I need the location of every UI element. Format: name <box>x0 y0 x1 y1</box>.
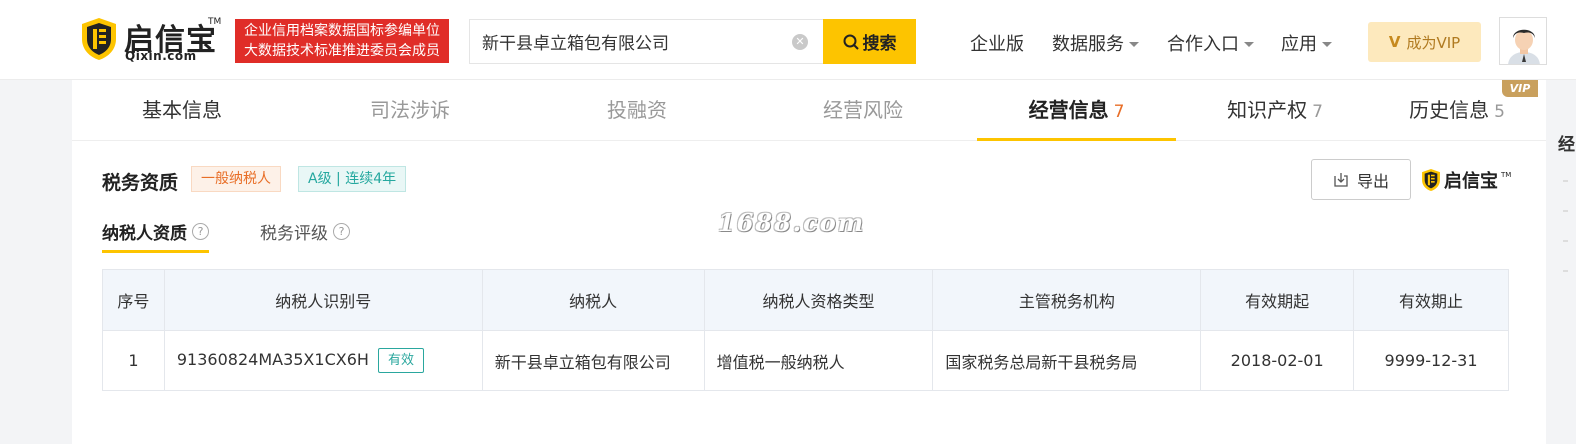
cell-tax-authority: 国家税务总局新干县税务局 <box>932 330 1202 391</box>
help-icon[interactable]: ? <box>333 223 350 240</box>
header-tax-id: 纳税人识别号 <box>163 269 483 331</box>
vip-tag: VIP <box>1502 80 1538 97</box>
header-tax-authority: 主管税务机构 <box>932 269 1202 331</box>
banner-line-2: 大数据技术标准推进委员会成员 <box>244 43 440 59</box>
mini-logo-name: 启信宝 <box>1444 171 1498 192</box>
clear-icon[interactable]: ✕ <box>792 34 808 50</box>
search-input[interactable] <box>482 20 782 63</box>
tab-label: 基本信息 <box>142 98 222 122</box>
nav-label: 数据服务 <box>1052 34 1124 55</box>
tab-ip[interactable]: 知识产权 7 <box>1225 80 1325 141</box>
search-icon <box>843 34 859 50</box>
chevron-down-icon <box>1129 41 1139 47</box>
table-row: 1 91360824MA35X1CX6H 有效 新干县卓立箱包有限公司 增值税一… <box>102 330 1509 391</box>
shield-logo-icon <box>82 18 116 60</box>
nav-label: 应用 <box>1281 34 1317 55</box>
download-icon <box>1334 172 1348 187</box>
nav-enterprise[interactable]: 企业版 <box>970 30 1024 56</box>
header-valid-from: 有效期起 <box>1200 269 1355 331</box>
cell-qualification-type: 增值税一般纳税人 <box>703 330 934 391</box>
watermark: 1688.com <box>718 208 866 237</box>
tab-count: 7 <box>1113 102 1125 122</box>
table-header-row: 序号 纳税人识别号 纳税人 纳税人资格类型 主管税务机构 有效期起 有效期止 <box>102 269 1509 331</box>
subtab-label: 税务评级 <box>260 224 328 244</box>
tab-business-risk[interactable]: 经营风险 <box>823 80 903 141</box>
header-valid-to: 有效期止 <box>1353 269 1509 331</box>
logo-domain: Qixin.com <box>125 49 197 63</box>
credential-banner: 企业信用档案数据国标参编单位 大数据技术标准推进委员会成员 <box>235 19 449 63</box>
taxpayer-type-badge: 一般纳税人 <box>191 166 281 192</box>
vip-label: 成为VIP <box>1406 33 1461 52</box>
subtab-label: 纳税人资质 <box>102 224 187 244</box>
side-divider <box>1563 180 1568 182</box>
header-index: 序号 <box>102 269 165 331</box>
tax-qualification-table: 序号 纳税人识别号 纳税人 纳税人资格类型 主管税务机构 有效期起 有效期止 1… <box>102 269 1509 391</box>
tab-label: 投融资 <box>607 98 667 122</box>
tab-investment[interactable]: 投融资 <box>606 80 668 141</box>
become-vip-button[interactable]: V 成为VIP <box>1368 22 1481 62</box>
subtab-taxpayer-qualification[interactable]: 纳税人资质 ? <box>102 219 209 253</box>
search-button-label: 搜索 <box>862 34 897 53</box>
tab-label: 知识产权 <box>1227 98 1308 122</box>
nav-label: 合作入口 <box>1167 34 1239 55</box>
tab-label: 司法涉诉 <box>370 98 450 122</box>
nav-apps[interactable]: 应用 <box>1281 30 1332 56</box>
tab-basic-info[interactable]: 基本信息 <box>142 80 222 141</box>
banner-line-1: 企业信用档案数据国标参编单位 <box>244 23 440 39</box>
logo-tm: TM <box>208 17 222 27</box>
qixin-logo[interactable]: 启信宝 TM Qixin.com <box>80 17 222 63</box>
cell-tax-id: 91360824MA35X1CX6H 有效 <box>163 330 483 391</box>
cell-index: 1 <box>102 330 165 391</box>
export-button[interactable]: 导出 <box>1311 159 1411 200</box>
mini-qixin-logo: 启信宝 TM <box>1421 166 1511 194</box>
side-divider <box>1563 270 1568 272</box>
help-icon[interactable]: ? <box>192 223 209 240</box>
tab-bar: 基本信息 司法涉诉 投融资 经营风险 经营信息 7 知识产权 7 历史信息 5 VIP <box>72 80 1546 141</box>
side-divider <box>1563 240 1568 242</box>
cell-taxpayer[interactable]: 新干县卓立箱包有限公司 <box>481 330 705 391</box>
subtab-tax-rating[interactable]: 税务评级 ? <box>260 219 350 244</box>
tax-rating-badge: A级 | 连续4年 <box>298 166 407 192</box>
header-taxpayer: 纳税人 <box>481 269 705 331</box>
cell-valid-from: 2018-02-01 <box>1200 330 1355 391</box>
vip-v-icon: V <box>1388 33 1401 51</box>
tab-label: 经营风险 <box>823 98 903 122</box>
section-title: 税务资质 <box>102 172 179 194</box>
top-bar: 启信宝 TM Qixin.com 企业信用档案数据国标参编单位 大数据技术标准推… <box>0 0 1576 80</box>
nav-cooperation[interactable]: 合作入口 <box>1167 30 1254 56</box>
tab-label: 经营信息 <box>1028 98 1109 122</box>
tab-history[interactable]: 历史信息 5 <box>1407 80 1507 141</box>
tab-count: 5 <box>1494 102 1505 122</box>
cell-valid-to: 9999-12-31 <box>1353 330 1509 391</box>
user-avatar-icon <box>1500 18 1546 64</box>
status-badge: 有效 <box>378 348 425 373</box>
chevron-down-icon <box>1244 41 1254 47</box>
mini-logo-tm: TM <box>1501 171 1512 179</box>
search-box: ✕ <box>469 19 825 64</box>
nav-data-service[interactable]: 数据服务 <box>1052 30 1139 56</box>
chevron-down-icon <box>1322 41 1332 47</box>
tab-judicial[interactable]: 司法涉诉 <box>370 80 450 141</box>
shield-logo-icon <box>1422 168 1440 192</box>
search-button[interactable]: 搜索 <box>823 19 916 64</box>
nav-label: 企业版 <box>970 34 1024 55</box>
side-panel-fragment: 经 <box>1558 135 1575 155</box>
main-card: 基本信息 司法涉诉 投融资 经营风险 经营信息 7 知识产权 7 历史信息 5 VIP… <box>72 80 1546 444</box>
tab-business-info[interactable]: 经营信息 7 <box>977 80 1176 141</box>
tab-label: 历史信息 <box>1409 98 1490 122</box>
header-qualification-type: 纳税人资格类型 <box>703 269 934 331</box>
avatar[interactable] <box>1499 17 1547 65</box>
tax-id-value: 91360824MA35X1CX6H <box>176 350 369 369</box>
tab-count: 7 <box>1312 102 1323 122</box>
side-divider <box>1563 210 1568 212</box>
export-label: 导出 <box>1356 173 1389 191</box>
